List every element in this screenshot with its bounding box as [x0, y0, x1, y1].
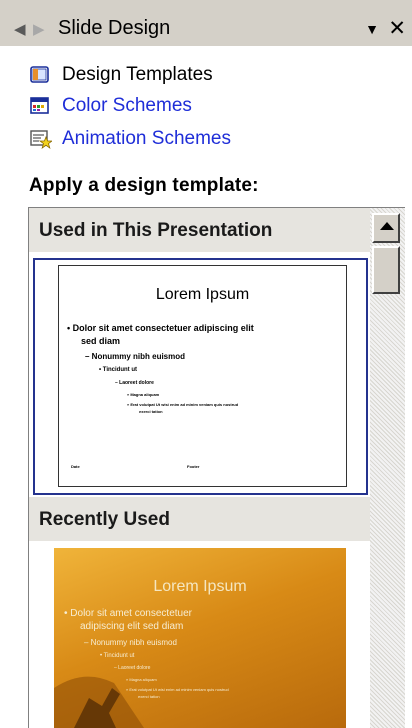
- slide-footer-text: Footer: [187, 464, 200, 469]
- apply-template-heading: Apply a design template:: [29, 175, 259, 196]
- task-pane-header: ◀ ▶ Slide Design ▼ ✕: [0, 0, 412, 46]
- section-header-recent: Recently Used: [29, 497, 370, 541]
- pane-title: Slide Design: [58, 17, 171, 39]
- slide-bullet: » Magna aliquam: [127, 392, 160, 397]
- section-label-recent: Recently Used: [39, 509, 170, 530]
- slide-bullet: – Laoreet dolore: [115, 380, 154, 386]
- template-thumbnail-used[interactable]: Lorem Ipsum • Dolor sit amet consectetue…: [33, 258, 368, 495]
- slide-bullet: • Dolor sit amet consectetuer adipiscing…: [67, 323, 254, 333]
- arrow-right-icon[interactable]: ▶: [33, 22, 45, 37]
- slide-bullet: • Tincidunt ut: [100, 653, 135, 659]
- slide-bullet: – Nonummy nibh euismod: [84, 638, 177, 647]
- slide-bullet: – Laoreet dolore: [114, 665, 151, 671]
- vertical-scrollbar[interactable]: [370, 208, 405, 728]
- slide-bullet: » Magna aliquam: [126, 677, 157, 682]
- scrollbar-thumb[interactable]: [372, 246, 400, 294]
- arrow-left-icon[interactable]: ◀: [14, 22, 26, 37]
- template-thumbnail-recent[interactable]: Lorem Ipsum • Dolor sit amet consectetue…: [54, 548, 346, 728]
- scroll-up-arrow-icon: [380, 222, 394, 230]
- slide-bullet: » Erat volutpat Ut wisi enim ad minim ve…: [126, 687, 229, 692]
- slide-bullet: exerci tation: [138, 694, 160, 699]
- slide-footer-date: Date: [71, 464, 80, 469]
- color-schemes-link[interactable]: Color Schemes: [30, 92, 192, 120]
- slide-bullet: exerci tation: [139, 409, 163, 414]
- dropdown-arrow-icon[interactable]: ▼: [365, 21, 379, 37]
- slide-preview-title: Lorem Ipsum: [155, 286, 250, 303]
- close-icon[interactable]: ✕: [388, 16, 406, 41]
- animation-schemes-label: Animation Schemes: [62, 128, 231, 149]
- slide-bullet: • Dolor sit amet consectetuer: [64, 608, 192, 619]
- slide-bullet: • Tincidunt ut: [99, 367, 137, 373]
- design-templates-icon: [30, 65, 50, 85]
- slide-preview-title: Lorem Ipsum: [153, 578, 247, 595]
- section-label-used: Used in This Presentation: [39, 220, 273, 241]
- slide-bullet: sed diam: [81, 336, 121, 346]
- slide-bullet: adipiscing elit sed diam: [80, 621, 184, 632]
- design-templates-link[interactable]: Design Templates: [30, 61, 213, 89]
- slide-bullet: – Nonummy nibh euismod: [85, 352, 186, 361]
- color-schemes-icon: [30, 96, 50, 116]
- slide-bullet: » Erat volutpat Ut wisi enim ad minim ve…: [127, 402, 239, 407]
- animation-schemes-icon: [30, 129, 54, 149]
- section-header-used: Used in This Presentation: [29, 208, 370, 252]
- template-gallery: Used in This Presentation Lorem Ipsum • …: [28, 207, 405, 728]
- scroll-up-button[interactable]: [372, 213, 400, 243]
- animation-schemes-link[interactable]: Animation Schemes: [30, 125, 231, 153]
- design-templates-label: Design Templates: [62, 64, 213, 85]
- slide-preview: Lorem Ipsum • Dolor sit amet consectetue…: [58, 265, 347, 487]
- color-schemes-label: Color Schemes: [62, 95, 192, 116]
